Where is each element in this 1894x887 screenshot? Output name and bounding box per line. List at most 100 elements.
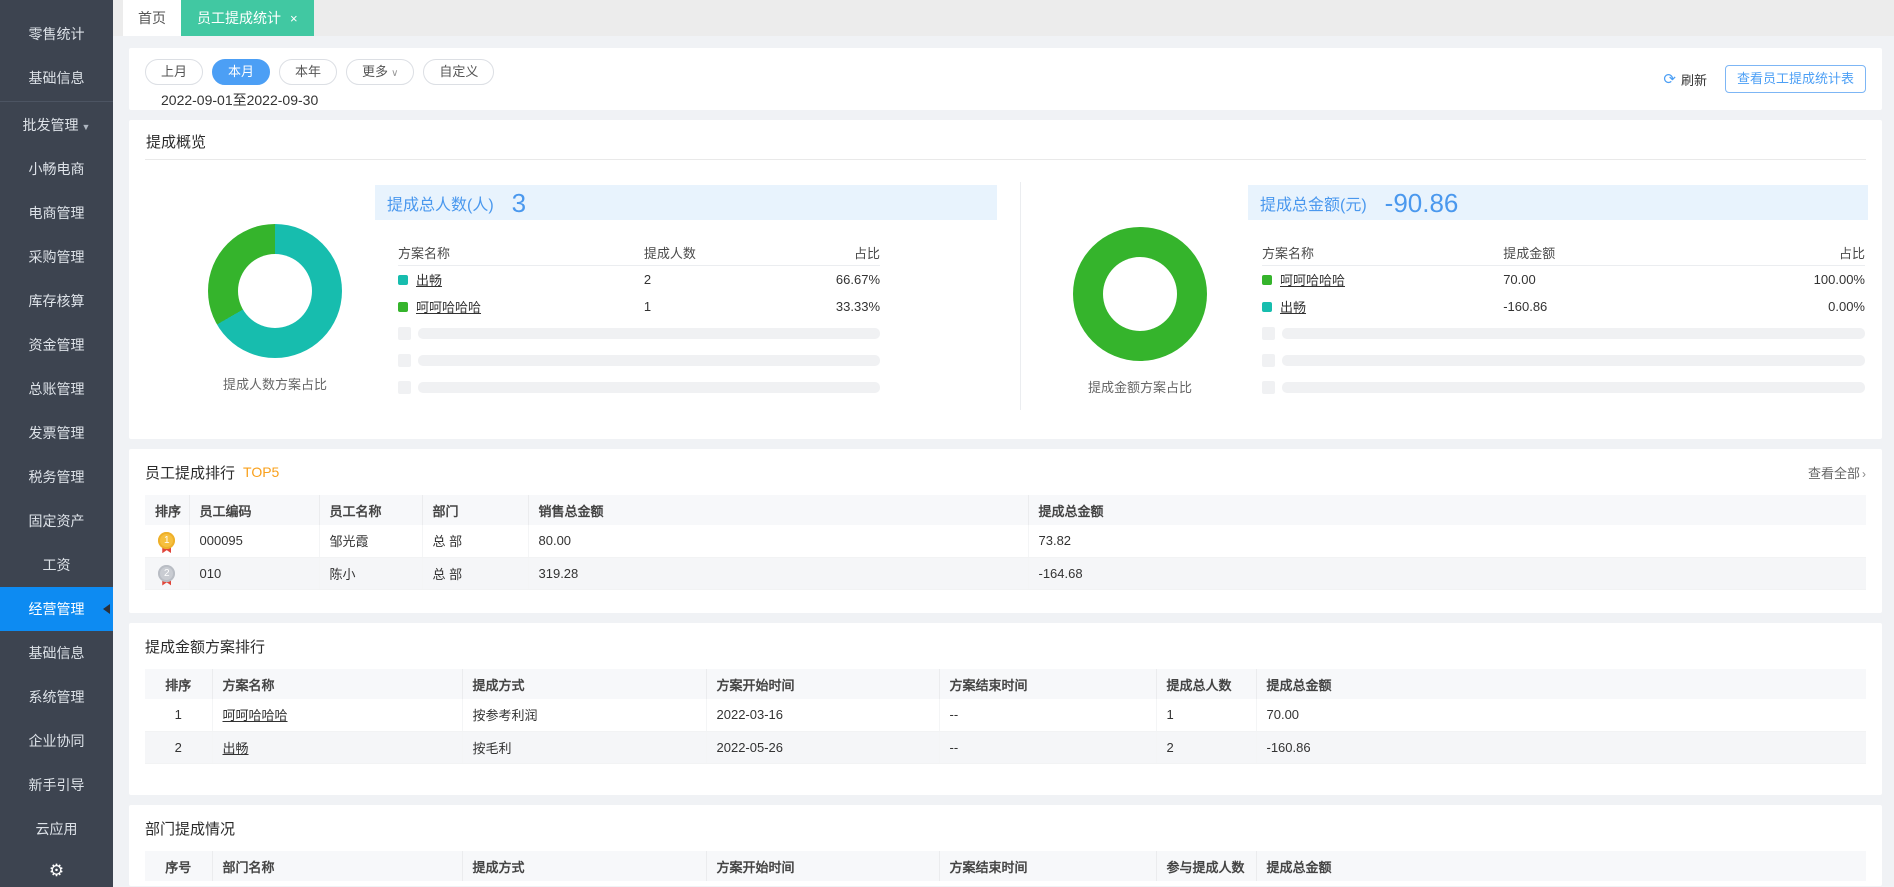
sidebar-item-wholesale-management[interactable]: 批发管理 ▼ (0, 103, 113, 147)
amount-scheme-table: 方案名称 提成金额 占比 呵呵哈哈哈 70.00 100.00% 出畅 -160… (1262, 239, 1865, 401)
series-legend-swatch (398, 301, 408, 312)
cell-rank: 1 (145, 699, 213, 732)
page-content: 上月 本月 本年 更多 ∨ 自定义 2022-09-01至2022-09-30 ⟳… (113, 36, 1894, 887)
sidebar-item-label: 经营管理 (28, 601, 85, 617)
sidebar-item-funds-management[interactable]: 资金管理 (0, 323, 113, 367)
pill-more[interactable]: 更多 ∨ (346, 59, 415, 85)
sidebar-item-procurement-management[interactable]: 采购管理 (0, 235, 113, 279)
tab-home[interactable]: 首页 (123, 0, 181, 36)
cell-value: -160.86 (1503, 299, 1548, 314)
tab-employee-commission-stats[interactable]: 员工提成统计 × (181, 0, 314, 36)
chevron-right-icon: › (1862, 466, 1866, 481)
col-header-total-commission: 提成总金额 (1256, 851, 1866, 881)
scheme-link[interactable]: 出畅 (1280, 297, 1306, 316)
cell-percent: 100.00% (1813, 272, 1865, 287)
sidebar-item-retail-statistics[interactable]: 零售统计 (0, 12, 113, 56)
cell-total-sales: 319.28 (528, 557, 1029, 590)
sidebar-item-label: 云应用 (35, 821, 78, 837)
col-header-percent: 占比 (1838, 245, 1865, 261)
sidebar-item-ecommerce-management[interactable]: 电商管理 (0, 191, 113, 235)
col-header-percent: 占比 (853, 245, 880, 261)
sidebar-item-general-ledger[interactable]: 总账管理 (0, 367, 113, 411)
cell-rank: 2 (145, 731, 213, 764)
sidebar-item-invoice-management[interactable]: 发票管理 (0, 411, 113, 455)
cell-total-commission: 73.82 (1028, 525, 1866, 558)
sidebar-item-basic-info-2[interactable]: 基础信息 (0, 631, 113, 675)
chevron-down-icon: ∨ (391, 68, 399, 79)
sidebar-item-inventory-accounting[interactable]: 库存核算 (0, 279, 113, 323)
view-commission-report-button[interactable]: 查看员工提成统计表 (1724, 65, 1866, 93)
table-row: 2 010 陈小 总 部 319.28 -164.68 (145, 557, 1866, 590)
employee-ranking-header: 员工提成排行 TOP5 查看全部 › (145, 461, 1866, 483)
sidebar-item-fixed-assets[interactable]: 固定资产 (0, 499, 113, 543)
cell-total-commission: 70.00 (1256, 699, 1866, 732)
cell-start-date: 2022-03-16 (706, 699, 940, 732)
cell-percent: 0.00% (1828, 299, 1865, 314)
col-header-people-count: 提成人数 (643, 245, 696, 261)
view-all-link[interactable]: 查看全部 › (1808, 463, 1866, 482)
section-title-employee-ranking: 员工提成排行 (145, 464, 236, 482)
col-header-end-date: 方案结束时间 (939, 669, 1157, 699)
sidebar-item-label: 系统管理 (28, 689, 85, 705)
main-area: 首页 员工提成统计 × 上月 本月 本年 更多 ∨ 自定义 2022-09-01至2… (113, 0, 1894, 887)
col-header-department: 部门 (422, 495, 529, 525)
col-header-scheme-name: 方案名称 (212, 669, 463, 699)
gold-medal-icon: 1 (158, 532, 176, 550)
scheme-ranking-header: 提成金额方案排行 (145, 635, 1866, 657)
sidebar-item-label: 企业协同 (28, 733, 85, 749)
silver-medal-icon: 2 (158, 564, 176, 582)
employee-ranking-panel: 员工提成排行 TOP5 查看全部 › 排序 员工编码 员工名称 部门 销售总金额 … (129, 449, 1882, 613)
col-header-method: 提成方式 (462, 669, 707, 699)
scheme-ranking-table: 排序 方案名称 提成方式 方案开始时间 方案结束时间 提成总人数 提成总金额 1 (145, 669, 1866, 764)
sidebar-item-beginner-guide[interactable]: 新手引导 (0, 763, 113, 807)
col-header-start-date: 方案开始时间 (706, 851, 940, 881)
sidebar-item-label: 基础信息 (28, 645, 85, 661)
sidebar-item-label: 库存核算 (28, 293, 85, 309)
people-share-donut-chart[interactable] (208, 224, 342, 358)
app-root: 零售统计 基础信息 批发管理 ▼ 小畅电商 电商管理 采购管理 库存核算 资金管理… (0, 0, 1894, 887)
table-row: 出畅 2 66.67% (398, 266, 880, 293)
tab-label: 首页 (138, 10, 166, 26)
cell-department: 总 部 (422, 525, 529, 558)
sidebar-item-business-management-active[interactable]: 经营管理 (0, 587, 113, 631)
scheme-link[interactable]: 呵呵哈哈哈 (1280, 270, 1345, 289)
sidebar-item-label: 总账管理 (28, 381, 85, 397)
sidebar-item-cloud-apps[interactable]: 云应用 (0, 807, 113, 851)
pill-label: 更多 (362, 64, 389, 79)
pill-this-month[interactable]: 本月 (212, 59, 271, 85)
amount-share-donut-chart[interactable] (1073, 227, 1207, 361)
sidebar-item-payroll[interactable]: 工资 (0, 543, 113, 587)
pill-last-month[interactable]: 上月 (145, 59, 204, 85)
scheme-link[interactable]: 出畅 (416, 270, 442, 289)
table-header-row: 排序 员工编码 员工名称 部门 销售总金额 提成总金额 (145, 495, 1866, 525)
sidebar-item-tax-management[interactable]: 税务管理 (0, 455, 113, 499)
skeleton-row (1262, 320, 1865, 347)
cell-value: 2 (643, 272, 652, 287)
chevron-down-icon: ▼ (81, 122, 91, 132)
close-tab-icon[interactable]: × (290, 11, 298, 26)
sidebar-item-label: 基础信息 (28, 70, 85, 86)
scheme-link[interactable]: 呵呵哈哈哈 (223, 708, 288, 723)
refresh-button[interactable]: ⟳ 刷新 (1663, 70, 1707, 89)
col-header-rank: 排序 (145, 669, 213, 699)
col-header-department-name: 部门名称 (212, 851, 463, 881)
scheme-link[interactable]: 呵呵哈哈哈 (416, 297, 481, 316)
cell-total-sales: 80.00 (528, 525, 1029, 558)
total-amount-value: -90.86 (1384, 187, 1459, 218)
sidebar-item-enterprise-collaboration[interactable]: 企业协同 (0, 719, 113, 763)
cell-total-commission: -160.86 (1256, 731, 1866, 764)
sidebar-item-basic-info[interactable]: 基础信息 (0, 56, 113, 100)
pill-this-year[interactable]: 本年 (279, 59, 338, 85)
sidebar-item-xiaochang-ecommerce[interactable]: 小畅电商 (0, 147, 113, 191)
pill-custom[interactable]: 自定义 (423, 59, 495, 85)
date-range-text: 2022-09-01至2022-09-30 (161, 92, 319, 108)
view-all-label: 查看全部 (1807, 465, 1860, 481)
settings-gear-icon[interactable]: ⚙ (0, 861, 113, 881)
sidebar-item-system-management[interactable]: 系统管理 (0, 675, 113, 719)
table-header-row: 方案名称 提成金额 占比 (1262, 239, 1865, 266)
series-legend-swatch (398, 274, 408, 285)
sidebar-item-label: 新手引导 (28, 777, 85, 793)
scheme-ranking-panel: 提成金额方案排行 排序 方案名称 提成方式 方案开始时间 方案结束时间 提成总人… (129, 623, 1882, 795)
scheme-link[interactable]: 出畅 (223, 741, 249, 756)
cell-method: 按毛利 (462, 731, 707, 764)
